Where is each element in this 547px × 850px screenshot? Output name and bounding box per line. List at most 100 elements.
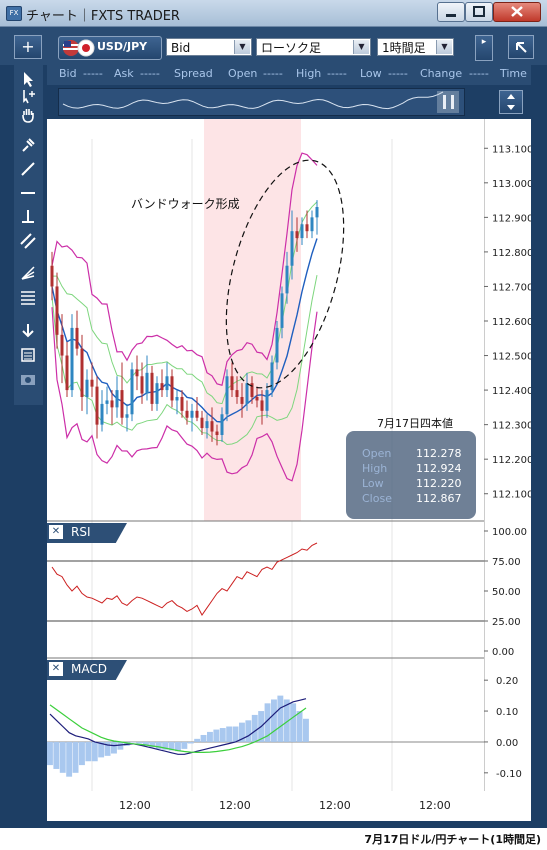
price-type-select[interactable]: Bid ▼ (166, 38, 252, 56)
candle-body (290, 231, 294, 266)
annotation-text: バンドウォーク形成 (131, 197, 240, 211)
macd-histogram-bar (187, 741, 194, 744)
macd-close-button[interactable]: ✕ (49, 662, 63, 676)
navigator-sparkline (62, 91, 459, 113)
candle-body (220, 414, 224, 435)
hand-tool[interactable] (18, 105, 38, 125)
candle-body (195, 410, 199, 418)
download-tool[interactable] (18, 321, 38, 341)
axis-canvas: 113.100 113.000 112.900 112.800 112.700 112.6… (483, 119, 533, 791)
ohlc-label-open: Open (362, 447, 392, 460)
camera-icon (21, 375, 35, 385)
list-icon (21, 348, 35, 362)
candle-body (205, 421, 209, 429)
timeframe-value: 1時間足 (382, 41, 426, 55)
vertical-scrollbar[interactable] (531, 119, 545, 828)
screenshot-tool[interactable] (18, 369, 38, 389)
candle-body (175, 397, 179, 401)
navigator-overview[interactable] (58, 88, 465, 116)
candle-body (70, 327, 74, 391)
rsi-title: RSI (71, 525, 91, 539)
quote-label-spread: Spread (174, 67, 213, 80)
crosshair-icon (23, 90, 35, 104)
fan-icon (21, 266, 35, 280)
macd-histogram-bar (111, 741, 117, 754)
candle-body (115, 390, 119, 408)
macd-histogram-bar (303, 718, 309, 742)
macd-title: MACD (71, 662, 107, 676)
macd-histogram-bar (136, 741, 143, 744)
macd-histogram-bar (117, 741, 124, 750)
horizontal-line-tool[interactable] (18, 183, 38, 203)
price-tick-label: 112.500 (492, 352, 531, 363)
quote-value-change: ----- (469, 67, 489, 80)
candle-body (225, 376, 229, 415)
candle-body (135, 369, 139, 377)
minimize-icon (446, 14, 456, 17)
window-title: チャート｜FXTS TRADER (26, 9, 180, 24)
minimize-button[interactable] (437, 2, 465, 22)
macd-histogram-bar (232, 726, 239, 742)
title-bar: FX チャート｜FXTS TRADER (0, 0, 547, 27)
quote-label-bid: Bid (59, 67, 77, 80)
macd-tick-label: 0.10 (496, 707, 518, 718)
close-button[interactable] (493, 2, 541, 22)
fibonacci-retracement-tool[interactable] (18, 287, 38, 307)
symbol-selector[interactable]: USD/JPY (58, 36, 162, 60)
channel-tool[interactable] (18, 231, 38, 251)
macd-panel-header: ✕ MACD (47, 660, 127, 680)
pin-tool[interactable] (18, 135, 38, 155)
drawing-toolbar (14, 65, 43, 405)
ohlc-value-open: 112.278 (416, 447, 462, 460)
flag-icons (63, 39, 95, 57)
crosshair-tool[interactable] (18, 87, 38, 107)
candle-body (155, 383, 159, 404)
candle-body (315, 207, 319, 218)
toolbar-scroll-button[interactable]: ▸ (475, 35, 493, 61)
maximize-button[interactable] (465, 2, 493, 22)
pushpin-icon (22, 138, 35, 152)
rsi-close-button[interactable]: ✕ (49, 525, 63, 539)
candle-body (100, 403, 104, 425)
chevron-right-icon: ▸ (481, 37, 487, 47)
candle-body (310, 217, 314, 232)
ohlc-box-title: 7月17日四本値 (377, 416, 453, 430)
vertical-line-tool[interactable] (18, 207, 38, 227)
price-tick-label: 112.600 (492, 317, 531, 328)
add-button[interactable]: + (14, 35, 42, 59)
candle-body (140, 376, 144, 394)
price-type-value: Bid (171, 41, 191, 55)
macd-histogram-bar (53, 741, 60, 769)
candle-body (65, 355, 69, 391)
macd-histogram-bar (296, 711, 303, 742)
quote-value-ask: ----- (140, 67, 160, 80)
ohlc-value-close: 112.867 (416, 492, 462, 505)
price-tick-label: 113.000 (492, 179, 531, 190)
timeframe-select[interactable]: 1時間足 ▼ (377, 38, 454, 56)
rsi-tick-label: 100.00 (492, 527, 527, 538)
highlight-region (204, 119, 301, 521)
candle-body (95, 386, 99, 425)
list-tool[interactable] (18, 345, 38, 365)
candle-body (245, 383, 249, 404)
pointer-tool[interactable] (18, 69, 38, 89)
macd-histogram-bar (251, 714, 258, 742)
candle-body (295, 231, 299, 239)
candle-body (285, 265, 289, 294)
macd-histogram-bar (207, 731, 213, 742)
quote-label-low: Low (360, 67, 382, 80)
candle-body (130, 369, 134, 415)
rsi-tick-label: 0.00 (492, 647, 514, 658)
candle-body (60, 334, 64, 356)
chart-type-value: ローソク足 (261, 41, 322, 55)
vertical-line-icon (22, 210, 34, 223)
ohlc-label-high: High (362, 462, 388, 475)
close-icon: ✕ (51, 526, 61, 537)
candle-body (185, 410, 189, 418)
detach-button[interactable] (508, 35, 534, 59)
candle-body (90, 379, 94, 387)
navigator-toggle-button[interactable] (499, 90, 523, 114)
chart-type-select[interactable]: ローソク足 ▼ (256, 38, 371, 56)
trendline-tool[interactable] (18, 159, 38, 179)
fibonacci-fan-tool[interactable] (18, 263, 38, 283)
